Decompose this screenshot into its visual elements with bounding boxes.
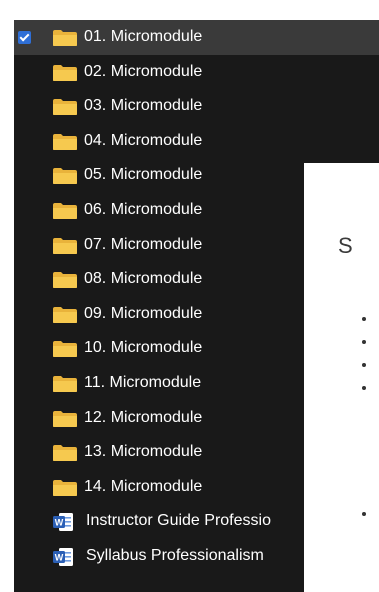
folder-icon <box>52 133 78 151</box>
item-label: 03. Micromodule <box>84 97 203 115</box>
folder-icon <box>52 340 78 358</box>
folder-icon <box>52 98 78 116</box>
folder-icon <box>52 237 78 255</box>
item-label: 06. Micromodule <box>84 200 203 218</box>
folder-item[interactable]: 04. Micromodule <box>14 124 379 159</box>
item-label: 08. Micromodule <box>84 270 203 288</box>
svg-text:W: W <box>55 552 64 562</box>
item-label: 02. Micromodule <box>84 62 203 80</box>
bullet-marker <box>362 363 366 367</box>
item-label: 01. Micromodule <box>84 28 203 45</box>
svg-text:W: W <box>55 518 64 528</box>
word-document-icon: W <box>52 547 74 567</box>
item-label: 10. Micromodule <box>84 339 203 357</box>
folder-icon <box>52 271 78 289</box>
item-label: 14. Micromodule <box>84 477 203 495</box>
bullet-marker <box>362 340 366 344</box>
folder-icon <box>52 64 78 82</box>
bullet-marker <box>362 512 366 516</box>
item-label: 07. Micromodule <box>84 235 203 253</box>
checkbox-checked-icon[interactable] <box>18 31 31 44</box>
word-document-icon: W <box>52 512 74 532</box>
bullet-marker <box>362 317 366 321</box>
item-label: 12. Micromodule <box>84 408 203 426</box>
folder-item[interactable]: 01. Micromodule <box>14 20 379 55</box>
folder-icon <box>52 444 78 462</box>
item-label: Syllabus Professionalism <box>86 546 264 564</box>
folder-icon <box>52 167 78 185</box>
folder-icon <box>52 306 78 324</box>
item-label: 05. Micromodule <box>84 166 203 184</box>
document-preview-window: S <box>304 163 379 592</box>
item-label: 04. Micromodule <box>84 131 203 149</box>
bullet-marker <box>362 386 366 390</box>
item-label: 11. Micromodule <box>84 373 202 391</box>
item-label: 09. Micromodule <box>84 304 203 322</box>
folder-item[interactable]: 02. Micromodule <box>14 55 379 90</box>
folder-icon <box>52 29 78 47</box>
preview-title: S <box>338 233 353 258</box>
item-label: Instructor Guide Professio <box>86 512 271 530</box>
folder-icon <box>52 410 78 428</box>
folder-icon <box>52 202 78 220</box>
item-label: 13. Micromodule <box>84 443 203 461</box>
folder-item[interactable]: 03. Micromodule <box>14 89 379 124</box>
folder-icon <box>52 479 78 497</box>
folder-icon <box>52 375 78 393</box>
